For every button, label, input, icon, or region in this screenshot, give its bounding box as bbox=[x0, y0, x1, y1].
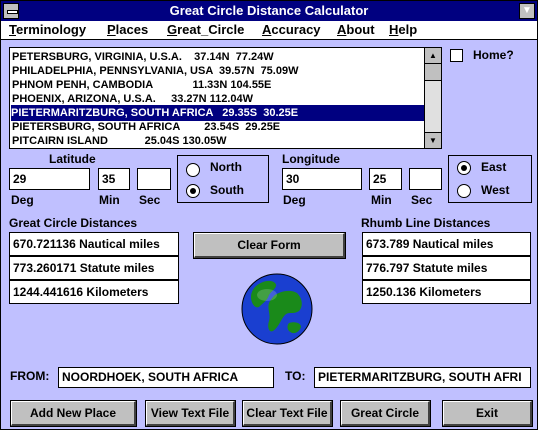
menu-help[interactable]: Help bbox=[389, 22, 417, 37]
gc-km-output: 1244.441616 Kilometers bbox=[9, 280, 179, 304]
globe-icon bbox=[241, 273, 313, 345]
clear-form-button[interactable]: Clear Form bbox=[193, 232, 346, 259]
north-radio[interactable] bbox=[186, 163, 200, 177]
longitude-min-label: Min bbox=[371, 193, 392, 207]
east-label: East bbox=[481, 160, 507, 174]
longitude-deg-input[interactable]: 30 bbox=[282, 168, 362, 190]
east-radio[interactable] bbox=[457, 161, 471, 175]
exit-button[interactable]: Exit bbox=[442, 400, 533, 427]
from-input[interactable]: NOORDHOEK, SOUTH AFRICA bbox=[58, 367, 274, 388]
west-radio[interactable] bbox=[457, 184, 471, 198]
latitude-deg-label: Deg bbox=[11, 193, 34, 207]
rl-nautical-output: 673.789 Nautical miles bbox=[362, 232, 531, 256]
clear-text-file-button[interactable]: Clear Text File bbox=[242, 400, 333, 427]
title-bar: Great Circle Distance Calculator ▼ bbox=[1, 1, 537, 21]
menu-terminology[interactable]: Terminology bbox=[9, 22, 86, 37]
west-label: West bbox=[481, 183, 510, 197]
north-label: North bbox=[210, 160, 242, 174]
latitude-min-input[interactable]: 35 bbox=[98, 168, 130, 190]
home-checkbox[interactable] bbox=[450, 49, 463, 62]
list-item[interactable]: PITCAIRN ISLAND 25.04S 130.05W bbox=[12, 133, 227, 149]
latitude-hemisphere-group: North South bbox=[177, 155, 269, 203]
to-label: TO: bbox=[285, 369, 306, 383]
view-text-file-button[interactable]: View Text File bbox=[145, 400, 236, 427]
minimize-button[interactable]: ▼ bbox=[519, 3, 535, 19]
rl-km-output: 1250.136 Kilometers bbox=[362, 280, 531, 304]
add-new-place-button[interactable]: Add New Place bbox=[10, 400, 137, 427]
places-listbox[interactable]: PETERSBURG, VIRGINIA, U.S.A. 37.14N 77.2… bbox=[9, 47, 442, 149]
longitude-min-input[interactable]: 25 bbox=[369, 168, 402, 190]
home-label: Home? bbox=[473, 48, 514, 62]
from-label: FROM: bbox=[10, 369, 50, 383]
scroll-down-icon[interactable]: ▼ bbox=[425, 132, 441, 148]
latitude-sec-label: Sec bbox=[139, 193, 161, 207]
rhumb-line-distances-label: Rhumb Line Distances bbox=[361, 216, 491, 230]
latitude-label: Latitude bbox=[49, 152, 96, 166]
list-scrollbar[interactable]: ▲ ▼ bbox=[424, 48, 441, 148]
latitude-sec-input[interactable] bbox=[137, 168, 171, 190]
longitude-label: Longitude bbox=[282, 152, 340, 166]
great-circle-distances-label: Great Circle Distances bbox=[9, 216, 138, 230]
great-circle-button[interactable]: Great Circle bbox=[340, 400, 431, 427]
longitude-sec-label: Sec bbox=[411, 193, 433, 207]
to-input[interactable]: PIETERMARITZBURG, SOUTH AFRI bbox=[314, 367, 531, 388]
menu-great-circle[interactable]: Great_Circle bbox=[167, 22, 244, 37]
south-radio[interactable] bbox=[186, 184, 200, 198]
window-title: Great Circle Distance Calculator bbox=[169, 3, 369, 18]
app-window: Great Circle Distance Calculator ▼ Termi… bbox=[0, 0, 538, 430]
menu-accuracy[interactable]: Accuracy bbox=[262, 22, 321, 37]
latitude-min-label: Min bbox=[99, 193, 120, 207]
scroll-thumb[interactable] bbox=[425, 64, 441, 81]
longitude-hemisphere-group: East West bbox=[448, 155, 532, 203]
menu-about[interactable]: About bbox=[337, 22, 375, 37]
longitude-sec-input[interactable] bbox=[409, 168, 442, 190]
gc-nautical-output: 670.721136 Nautical miles bbox=[9, 232, 179, 256]
menu-places[interactable]: Places bbox=[107, 22, 148, 37]
south-label: South bbox=[210, 183, 244, 197]
latitude-deg-input[interactable]: 29 bbox=[9, 168, 90, 190]
longitude-deg-label: Deg bbox=[283, 193, 306, 207]
scroll-up-icon[interactable]: ▲ bbox=[425, 48, 441, 64]
gc-statute-output: 773.260171 Statute miles bbox=[9, 256, 179, 280]
menu-bar: Terminology Places Great_Circle Accuracy… bbox=[1, 21, 537, 40]
rl-statute-output: 776.797 Statute miles bbox=[362, 256, 531, 280]
